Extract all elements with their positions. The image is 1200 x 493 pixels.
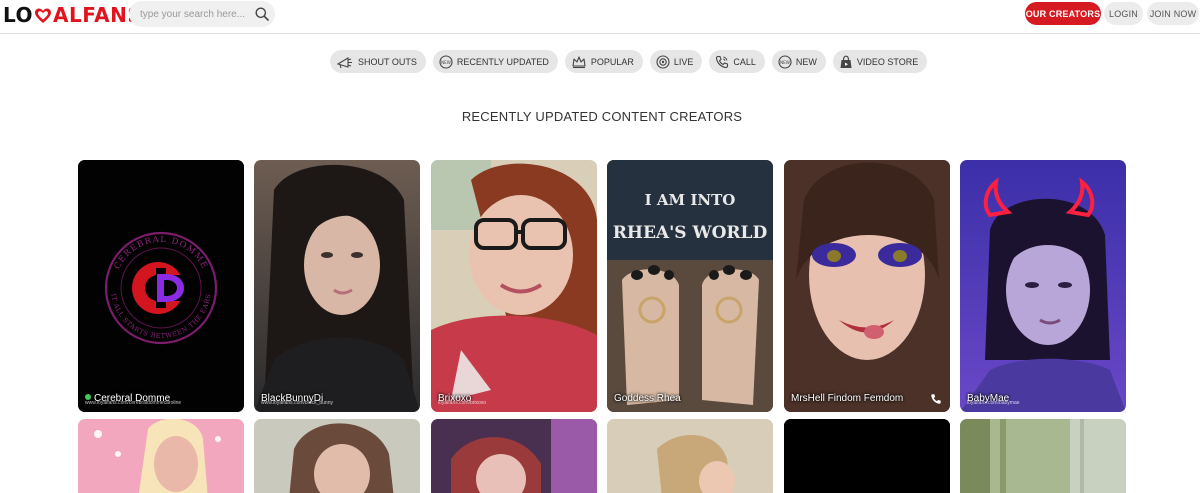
creator-handle: loyalfans.com/brixoxo <box>438 400 487 406</box>
creator-name[interactable]: MrsHell Findom Femdom <box>791 393 903 404</box>
nav-recently-updated[interactable]: NEW RECENTLY UPDATED <box>432 50 558 73</box>
creator-photo <box>254 160 420 412</box>
creator-card[interactable]: MrsHell Findom Femdom <box>784 160 950 412</box>
login-button[interactable]: LOGIN <box>1104 2 1143 25</box>
creator-photo <box>784 419 950 493</box>
section-title: RECENTLY UPDATED CONTENT CREATORS <box>461 109 743 124</box>
phone-icon <box>716 55 729 68</box>
svg-text:NEW: NEW <box>780 59 790 64</box>
shirt-text: I AM INTO <box>645 191 736 209</box>
live-icon <box>656 54 670 69</box>
logo-text-left: LO <box>3 3 34 27</box>
creator-card[interactable] <box>431 419 597 493</box>
creator-handle: www.loyalfans.com/cerebraldommecaroline <box>85 400 182 406</box>
creator-photo <box>254 419 420 493</box>
top-header: LO ALFANS type your search here... OUR C… <box>0 0 1200 34</box>
search-icon[interactable] <box>249 1 275 27</box>
creator-card[interactable] <box>607 419 773 493</box>
creator-card[interactable] <box>254 419 420 493</box>
creator-name[interactable]: Goddess Rhea <box>614 393 681 404</box>
creator-photo <box>960 160 1126 412</box>
creator-card[interactable] <box>78 419 244 493</box>
megaphone-icon <box>336 56 352 68</box>
creator-card[interactable]: Brixoxo loyalfans.com/brixoxo <box>431 160 597 412</box>
creator-handle: www.loyalfans.com/black_bunny <box>261 400 333 406</box>
nav-new[interactable]: NEW NEW <box>771 50 826 73</box>
creator-card[interactable]: BlackBunnyDi www.loyalfans.com/black_bun… <box>254 160 420 412</box>
creator-photo <box>431 160 597 412</box>
creator-card[interactable] <box>784 419 950 493</box>
search-bar[interactable]: type your search here... <box>129 1 275 27</box>
nav-shout-outs-label: SHOUT OUTS <box>358 56 417 67</box>
new-badge-icon: NEW <box>778 54 792 69</box>
creator-photo: I AM INTO RHEA'S WORLD <box>607 160 773 412</box>
phone-call-icon[interactable] <box>930 393 942 405</box>
creator-photo <box>784 160 950 412</box>
nav-shout-outs[interactable]: SHOUT OUTS <box>330 50 426 73</box>
shopping-bag-icon <box>840 55 852 68</box>
logo-heart-icon <box>34 6 52 24</box>
nav-recently-updated-label: RECENTLY UPDATED <box>456 56 549 67</box>
creator-photo <box>431 419 597 493</box>
creator-card[interactable]: I AM INTO RHEA'S WORLD Goddess Rhea <box>607 160 773 412</box>
nav-live[interactable]: LIVE <box>649 50 703 73</box>
join-now-button[interactable]: JOIN NOW <box>1147 2 1199 25</box>
nav-new-label: NEW <box>795 56 817 67</box>
svg-text:RHEA'S WORLD: RHEA'S WORLD <box>613 223 768 243</box>
loyalfans-logo[interactable]: LO ALFANS <box>3 3 142 27</box>
nav-video-store-label: VIDEO STORE <box>856 56 919 67</box>
creator-photo: CEREBRAL DOMME IT ALL STARTS BETWEEN THE… <box>78 160 244 412</box>
nav-call-label: CALL <box>733 56 756 67</box>
creator-card[interactable]: CEREBRAL DOMME IT ALL STARTS BETWEEN THE… <box>78 160 244 412</box>
svg-text:NEW: NEW <box>441 59 451 64</box>
creator-card[interactable] <box>960 419 1126 493</box>
category-nav: SHOUT OUTS NEW RECENTLY UPDATED POPULAR … <box>330 50 928 73</box>
creator-photo <box>78 419 244 493</box>
nav-call[interactable]: CALL <box>709 50 765 73</box>
search-input[interactable]: type your search here... <box>140 9 249 20</box>
nav-popular-label: POPULAR <box>590 56 634 67</box>
nav-popular[interactable]: POPULAR <box>564 50 643 73</box>
nav-video-store[interactable]: VIDEO STORE <box>832 50 928 73</box>
crown-icon <box>572 55 586 68</box>
creator-photo <box>960 419 1126 493</box>
creator-card[interactable]: BabyMae loyalfans.com/babymae <box>960 160 1126 412</box>
creator-photo <box>607 419 773 493</box>
creator-handle: loyalfans.com/babymae <box>967 400 1020 406</box>
our-creators-button[interactable]: OUR CREATORS <box>1025 2 1101 25</box>
nav-live-label: LIVE <box>673 56 694 67</box>
new-badge-icon: NEW <box>439 54 453 69</box>
